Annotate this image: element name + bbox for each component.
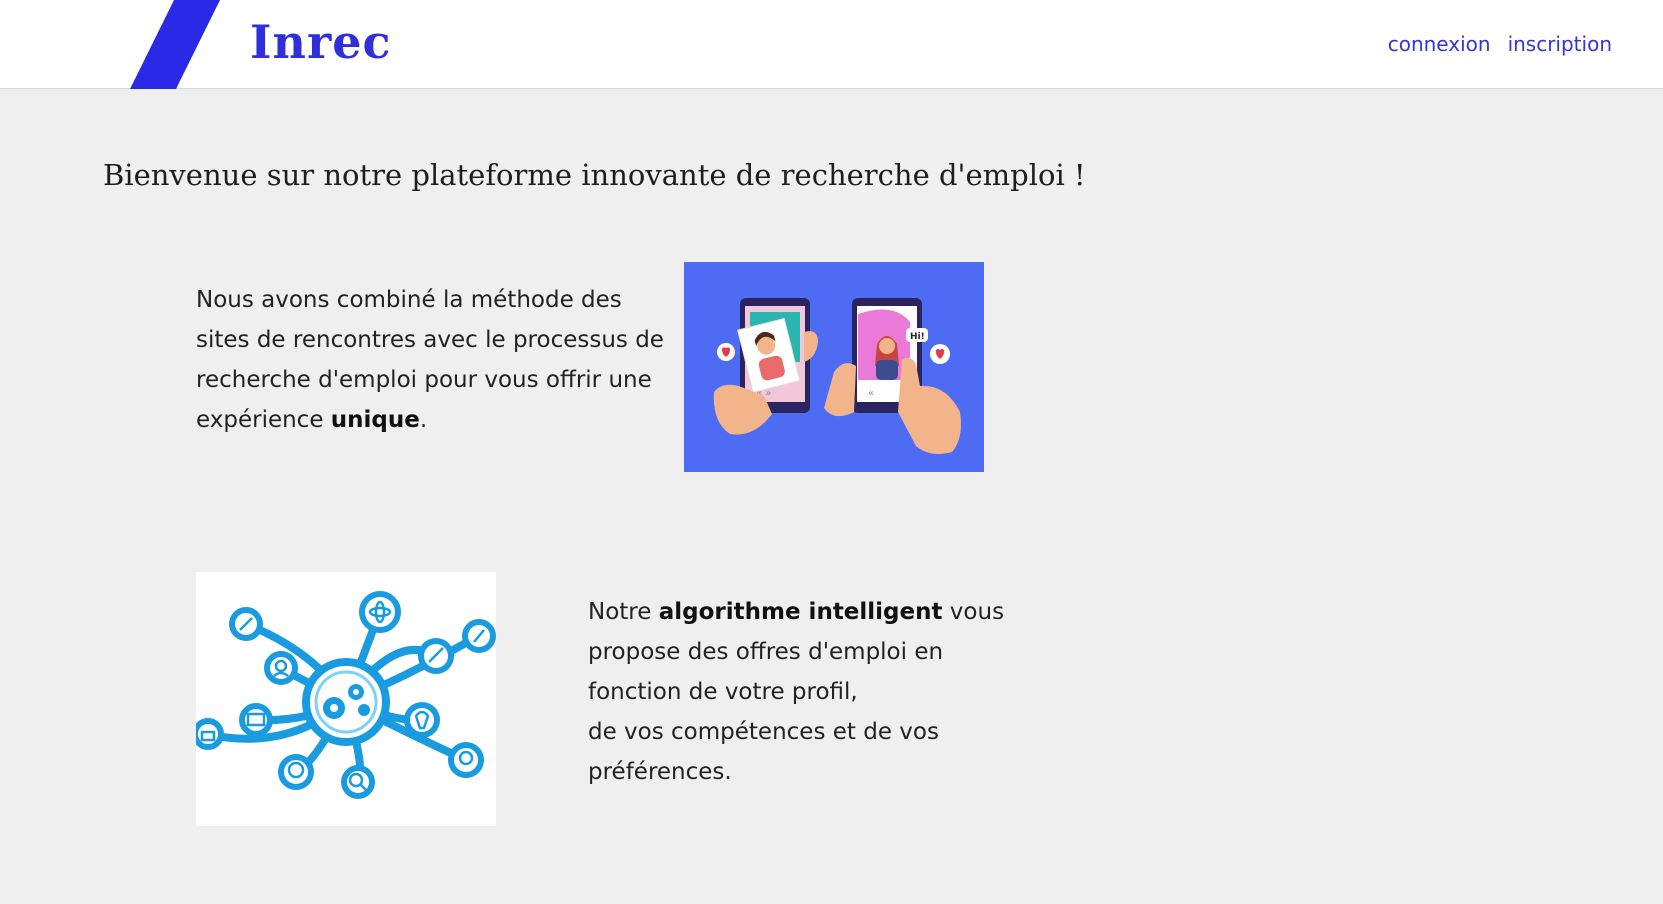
- intro-paragraph: Nous avons combiné la méthode des sites …: [196, 280, 666, 440]
- signup-link[interactable]: inscription: [1508, 30, 1612, 58]
- algorithm-emphasis: algorithme intelligent: [658, 599, 943, 625]
- intro-text-end: .: [419, 407, 428, 433]
- dating-app-illustration: « » Hi! «: [684, 262, 984, 472]
- page-title: Bienvenue sur notre plateforme innovante…: [103, 158, 1086, 192]
- logo-stripe-icon: [130, 0, 220, 89]
- intro-text: Nous avons combiné la méthode des sites …: [196, 287, 664, 433]
- login-link[interactable]: connexion: [1388, 30, 1491, 58]
- algorithm-text-line2: de vos compétences et de vos préférences…: [588, 719, 939, 785]
- algorithm-paragraph: Notre algorithme intelligent vous propos…: [588, 592, 1028, 792]
- top-navbar: Inrec connexion inscription: [0, 0, 1663, 89]
- network-gears-illustration: [196, 572, 496, 826]
- intro-emphasis: unique: [330, 407, 420, 433]
- hi-badge: Hi!: [910, 332, 925, 342]
- dating-illustration-icon: « » Hi! «: [713, 298, 961, 454]
- algorithm-text: Notre: [588, 599, 659, 625]
- site-logo[interactable]: Inrec: [250, 10, 391, 74]
- network-illustration-icon: [196, 591, 496, 799]
- svg-text:«: «: [868, 388, 874, 399]
- auth-nav: connexion inscription: [1388, 30, 1612, 58]
